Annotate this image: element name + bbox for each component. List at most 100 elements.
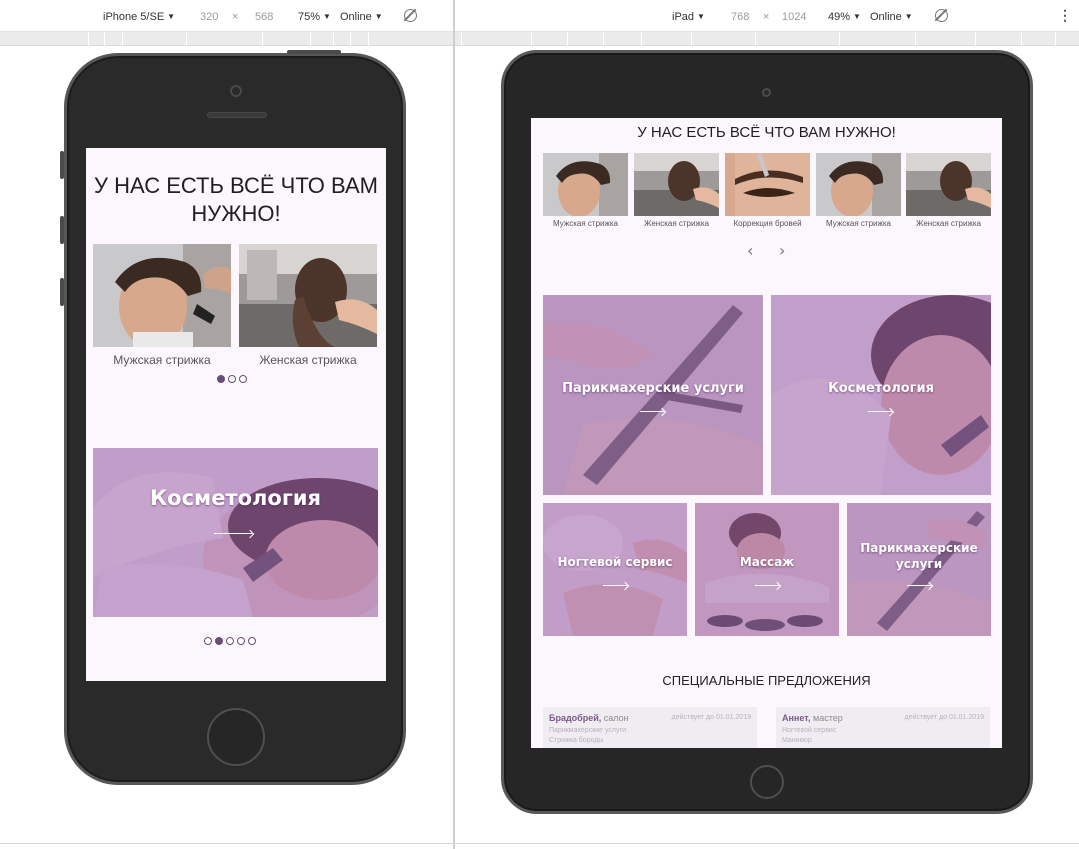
volume-down-button (60, 278, 64, 306)
device-select[interactable]: iPhone 5/SE ▼ (103, 10, 175, 24)
carousel-dot[interactable] (239, 375, 247, 383)
carousel-prev-button[interactable]: ‹ (747, 241, 753, 260)
category-tile-cosmetology[interactable]: Косметология (93, 448, 378, 617)
service-caption: Женская стрижка (259, 353, 357, 367)
carousel-dot-active[interactable] (215, 637, 223, 645)
service-card-womens-haircut[interactable] (906, 153, 991, 216)
offer-role: мастер (810, 713, 843, 723)
category-label: Ногтевой сервис (557, 555, 673, 569)
service-card-mens-haircut[interactable] (93, 244, 231, 347)
carousel-dot[interactable] (228, 375, 236, 383)
rotate-icon[interactable] (404, 9, 417, 22)
power-button (287, 50, 341, 54)
womens-haircut-photo (239, 244, 377, 347)
rotate-icon[interactable] (935, 9, 948, 22)
service-caption: Женская стрижка (916, 219, 981, 228)
service-caption: Женская стрижка (644, 219, 709, 228)
height-input[interactable]: 1024 (782, 10, 806, 24)
service-caption: Мужская стрижка (826, 219, 891, 228)
service-card-eyebrow-correction[interactable] (725, 153, 810, 216)
offer-card[interactable]: Брадобрей, салон действует до 01.01.2019… (543, 707, 757, 748)
zoom-value: 75% (298, 11, 321, 23)
mens-haircut-photo (543, 153, 628, 216)
category-tile-massage[interactable]: Массаж (695, 503, 839, 636)
iphone-frame: У НАС ЕСТЬ ВСЁ ЧТО ВАМ НУЖНО! Мужская ст… (60, 50, 406, 785)
offer-service: Стрижка бороды (549, 737, 604, 744)
device-name: iPhone 5/SE (103, 11, 165, 23)
dropdown-caret-icon: ▼ (853, 12, 861, 21)
dropdown-caret-icon: ▼ (323, 12, 331, 21)
arrow-right-icon (868, 411, 892, 412)
carousel-dot[interactable] (204, 637, 212, 645)
service-caption: Мужская стрижка (113, 353, 211, 367)
service-card-womens-haircut[interactable] (239, 244, 377, 347)
more-options-icon[interactable]: ⋮ (1058, 8, 1072, 22)
special-offers-title: СПЕЦИАЛЬНЫЕ ПРЕДЛОЖЕНИЯ (662, 673, 871, 688)
arrow-right-icon (907, 585, 931, 586)
network-throttle-select[interactable]: Online ▼ (340, 10, 383, 24)
dimension-separator: × (763, 11, 770, 23)
tile-overlay (695, 503, 839, 636)
network-throttle-select[interactable]: Online ▼ (870, 10, 913, 24)
service-caption: Коррекция бровей (733, 219, 802, 228)
home-button[interactable] (207, 708, 265, 766)
mens-haircut-photo (93, 244, 231, 347)
device-toolbar: iPhone 5/SE ▼ 320 × 568 75% ▼ Online ▼ (0, 0, 453, 32)
media-query-ruler (0, 32, 453, 46)
womens-haircut-photo (906, 153, 991, 216)
eyebrow-correction-photo (725, 153, 810, 216)
carousel-dot[interactable] (226, 637, 234, 645)
device-name: iPad (672, 11, 695, 23)
category-tile-hairdressing[interactable]: Парикмахерские услуги (847, 503, 991, 636)
width-input[interactable]: 320 (200, 10, 218, 24)
category-label: Косметология (828, 381, 934, 396)
womens-haircut-photo (634, 153, 719, 216)
dropdown-caret-icon: ▼ (904, 12, 913, 21)
zoom-select[interactable]: 49% ▼ (828, 10, 861, 24)
arrow-right-icon (603, 585, 627, 586)
carousel-dot[interactable] (237, 637, 245, 645)
width-input[interactable]: 768 (731, 10, 749, 24)
phone-screen: У НАС ЕСТЬ ВСЁ ЧТО ВАМ НУЖНО! Мужская ст… (86, 148, 386, 681)
zoom-value: 49% (828, 11, 851, 23)
service-card-womens-haircut[interactable] (634, 153, 719, 216)
category-label: Парикмахерские услуги (860, 541, 978, 571)
tablet-screen: У НАС ЕСТЬ ВСЁ ЧТО ВАМ НУЖНО! Мужская ст… (531, 118, 1002, 748)
category-tile-hairdressing[interactable]: Парикмахерские услуги (543, 295, 763, 495)
arrow-right-icon (755, 585, 779, 586)
dropdown-caret-icon: ▼ (167, 12, 176, 21)
offer-name: Брадобрей, салон (549, 713, 629, 723)
volume-up-button (60, 216, 64, 244)
carousel-next-button[interactable]: › (779, 241, 785, 260)
home-button[interactable] (750, 765, 784, 799)
dimension-separator: × (232, 11, 239, 23)
height-input[interactable]: 568 (255, 10, 273, 24)
mute-switch (60, 151, 64, 179)
tile-overlay (543, 503, 687, 636)
category-tile-cosmetology[interactable]: Косметология (771, 295, 991, 495)
zoom-select[interactable]: 75% ▼ (298, 10, 331, 24)
device-select[interactable]: iPad ▼ (672, 10, 705, 24)
carousel-dot[interactable] (248, 637, 256, 645)
page-title: У НАС ЕСТЬ ВСЁ ЧТО ВАМ НУЖНО! (94, 173, 378, 226)
offer-card[interactable]: Аннет, мастер действует до 01.01.2019 Но… (776, 707, 990, 748)
carousel-dot-active[interactable] (217, 375, 225, 383)
category-label: Массаж (739, 555, 795, 569)
service-card-mens-haircut[interactable] (543, 153, 628, 216)
offer-name: Аннет, мастер (782, 713, 843, 723)
device-pane-iphone: iPhone 5/SE ▼ 320 × 568 75% ▼ Online ▼ У НА… (0, 0, 453, 849)
service-caption: Мужская стрижка (553, 219, 618, 228)
network-value: Online (340, 11, 372, 23)
devtools-bottom-border (0, 843, 1079, 844)
offer-salon-name: Брадобрей, (549, 713, 602, 723)
carousel-dots-bottom (204, 637, 256, 645)
arrow-right-icon (214, 533, 252, 534)
offer-master-name: Аннет, (782, 713, 811, 723)
category-tile-nail-service[interactable]: Ногтевой сервис (543, 503, 687, 636)
arrow-right-icon (640, 411, 664, 412)
service-card-mens-haircut[interactable] (816, 153, 901, 216)
ipad-frame: У НАС ЕСТЬ ВСЁ ЧТО ВАМ НУЖНО! Мужская ст… (501, 50, 1033, 814)
front-camera-icon (762, 88, 771, 97)
front-camera-icon (230, 85, 242, 97)
device-toolbar: iPad ▼ 768 × 1024 49% ▼ Online ▼ ⋮ (455, 0, 1079, 32)
